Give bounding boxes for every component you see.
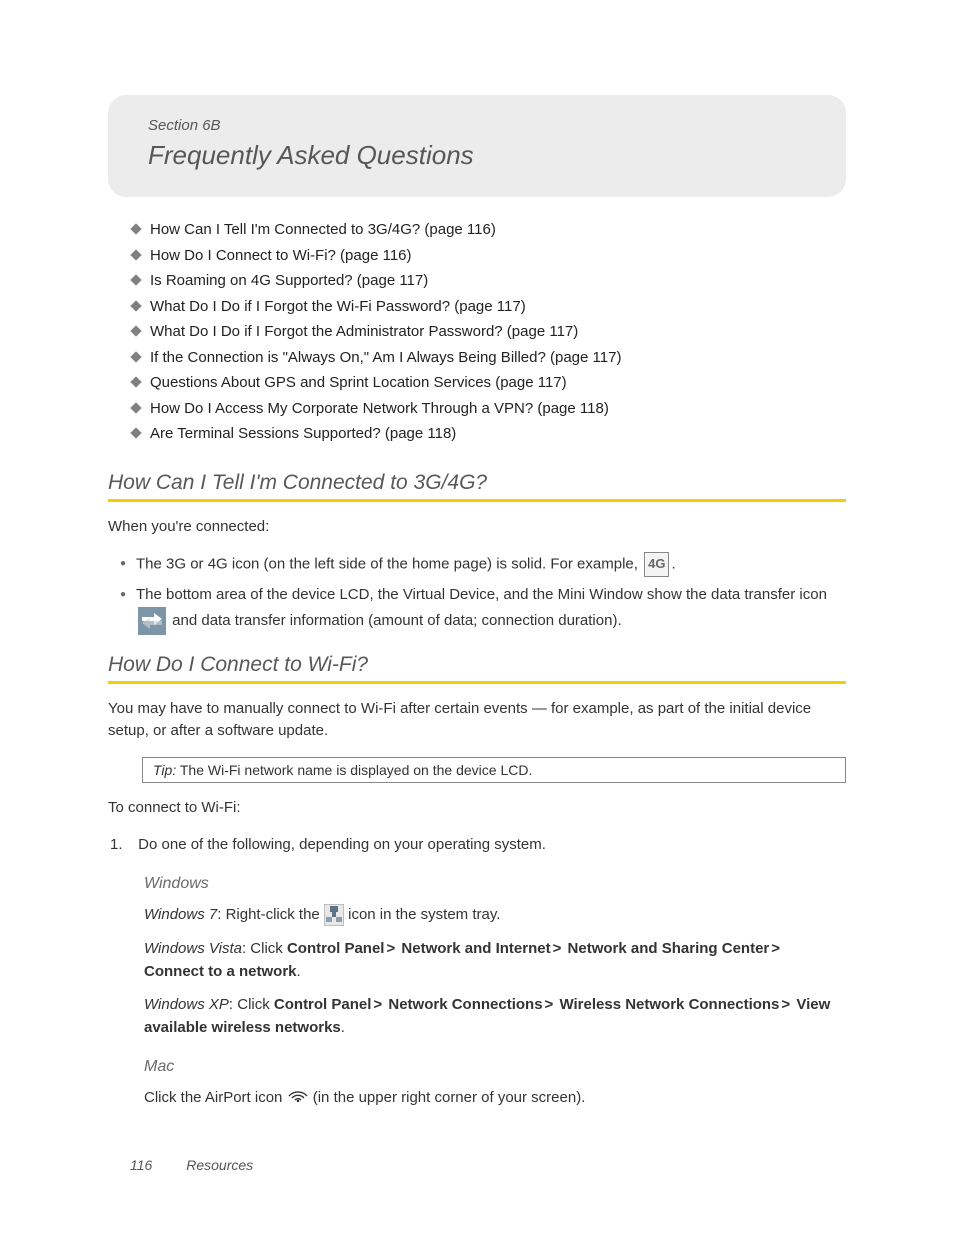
paragraph: To connect to Wi-Fi:	[108, 797, 846, 820]
diamond-bullet-icon	[130, 249, 141, 260]
diamond-bullet-icon	[130, 300, 141, 311]
step-text: Do one of the following, depending on yo…	[138, 836, 546, 853]
diamond-bullet-icon	[130, 274, 141, 285]
text: : Click	[229, 996, 274, 1013]
bullet-text-tail: and data transfer information (amount of…	[172, 612, 621, 629]
header-box: Section 6B Frequently Asked Questions	[108, 95, 846, 197]
tip-box: Tip: The Wi-Fi network name is displayed…	[142, 757, 846, 783]
os-name: Windows 7	[144, 906, 217, 923]
diamond-bullet-icon	[130, 427, 141, 438]
intro-text: When you're connected:	[108, 516, 846, 539]
nav-step: Control Panel	[274, 996, 372, 1013]
page-number: 116	[130, 1157, 152, 1173]
instruction-vista: Windows Vista: Click Control Panel> Netw…	[144, 937, 846, 984]
ordered-list: 1. Do one of the following, depending on…	[108, 833, 846, 857]
network-tray-icon	[324, 904, 344, 926]
data-transfer-icon	[138, 607, 166, 635]
toc-link-text: How Do I Connect to Wi-Fi? (page 116)	[150, 247, 412, 264]
nav-step: Network and Internet	[401, 940, 550, 957]
list-item: 1. Do one of the following, depending on…	[110, 833, 846, 857]
os-name: Windows Vista	[144, 940, 242, 957]
breadcrumb-separator-icon: >	[771, 940, 780, 957]
airport-icon	[287, 1086, 309, 1109]
tip-label: Tip:	[153, 762, 176, 778]
breadcrumb-separator-icon: >	[545, 996, 554, 1013]
bullet-text-tail: .	[671, 555, 675, 572]
breadcrumb-separator-icon: >	[553, 940, 562, 957]
diamond-bullet-icon	[130, 351, 141, 362]
page-title: Frequently Asked Questions	[148, 140, 814, 171]
os-name: Windows XP	[144, 996, 229, 1013]
toc-item[interactable]: How Do I Access My Corporate Network Thr…	[132, 396, 846, 422]
instruction-win7: Windows 7: Right-click the icon in the s…	[144, 903, 846, 926]
section-heading-wifi: How Do I Connect to Wi-Fi?	[108, 653, 846, 684]
text: Click the AirPort icon	[144, 1089, 287, 1106]
toc-item[interactable]: Questions About GPS and Sprint Location …	[132, 370, 846, 396]
list-item: The bottom area of the device LCD, the V…	[120, 583, 846, 635]
nav-step: Connect to a network	[144, 963, 297, 980]
os-heading-windows: Windows	[144, 875, 846, 893]
step-number: 1.	[110, 833, 134, 857]
text: : Right-click the	[217, 906, 324, 923]
toc-item[interactable]: What Do I Do if I Forgot the Administrat…	[132, 319, 846, 345]
toc-link-text: What Do I Do if I Forgot the Wi-Fi Passw…	[150, 298, 526, 315]
os-heading-mac: Mac	[144, 1058, 846, 1076]
bullet-text: The 3G or 4G icon (on the left side of t…	[136, 555, 642, 572]
toc-link-text: If the Connection is "Always On," Am I A…	[150, 349, 621, 366]
diamond-bullet-icon	[130, 223, 141, 234]
bullet-text: The bottom area of the device LCD, the V…	[136, 586, 827, 603]
toc-link-text: Are Terminal Sessions Supported? (page 1…	[150, 425, 456, 442]
toc-item[interactable]: If the Connection is "Always On," Am I A…	[132, 345, 846, 371]
toc-link-text: How Do I Access My Corporate Network Thr…	[150, 400, 609, 417]
toc-item[interactable]: Is Roaming on 4G Supported? (page 117)	[132, 268, 846, 294]
diamond-bullet-icon	[130, 376, 141, 387]
diamond-bullet-icon	[130, 402, 141, 413]
toc-link-text: How Can I Tell I'm Connected to 3G/4G? (…	[150, 221, 496, 238]
4g-icon: 4G	[644, 552, 669, 577]
instruction-xp: Windows XP: Click Control Panel> Network…	[144, 993, 846, 1040]
toc-item[interactable]: Are Terminal Sessions Supported? (page 1…	[132, 421, 846, 447]
list-item: The 3G or 4G icon (on the left side of t…	[120, 552, 846, 577]
chapter-name: Resources	[186, 1157, 253, 1173]
nav-step: Wireless Network Connections	[559, 996, 779, 1013]
nav-step: Control Panel	[287, 940, 385, 957]
table-of-contents: How Can I Tell I'm Connected to 3G/4G? (…	[132, 217, 846, 447]
text: : Click	[242, 940, 287, 957]
toc-link-text: Questions About GPS and Sprint Location …	[150, 374, 567, 391]
bullet-list: The 3G or 4G icon (on the left side of t…	[120, 552, 846, 635]
paragraph: You may have to manually connect to Wi-F…	[108, 698, 846, 743]
section-label: Section 6B	[148, 117, 814, 134]
text-tail: icon in the system tray.	[348, 906, 500, 923]
page-footer: 116 Resources	[130, 1157, 253, 1173]
nav-step: Network Connections	[388, 996, 542, 1013]
toc-item[interactable]: What Do I Do if I Forgot the Wi-Fi Passw…	[132, 294, 846, 320]
instruction-mac: Click the AirPort icon (in the upper rig…	[144, 1086, 846, 1110]
section-heading-3g4g: How Can I Tell I'm Connected to 3G/4G?	[108, 471, 846, 502]
diamond-bullet-icon	[130, 325, 141, 336]
tip-text: The Wi-Fi network name is displayed on t…	[176, 762, 532, 778]
breadcrumb-separator-icon: >	[781, 996, 790, 1013]
text-tail: (in the upper right corner of your scree…	[313, 1089, 586, 1106]
nav-step: Network and Sharing Center	[568, 940, 770, 957]
toc-link-text: What Do I Do if I Forgot the Administrat…	[150, 323, 578, 340]
toc-item[interactable]: How Do I Connect to Wi-Fi? (page 116)	[132, 243, 846, 269]
toc-link-text: Is Roaming on 4G Supported? (page 117)	[150, 272, 428, 289]
breadcrumb-separator-icon: >	[373, 996, 382, 1013]
breadcrumb-separator-icon: >	[386, 940, 395, 957]
toc-item[interactable]: How Can I Tell I'm Connected to 3G/4G? (…	[132, 217, 846, 243]
